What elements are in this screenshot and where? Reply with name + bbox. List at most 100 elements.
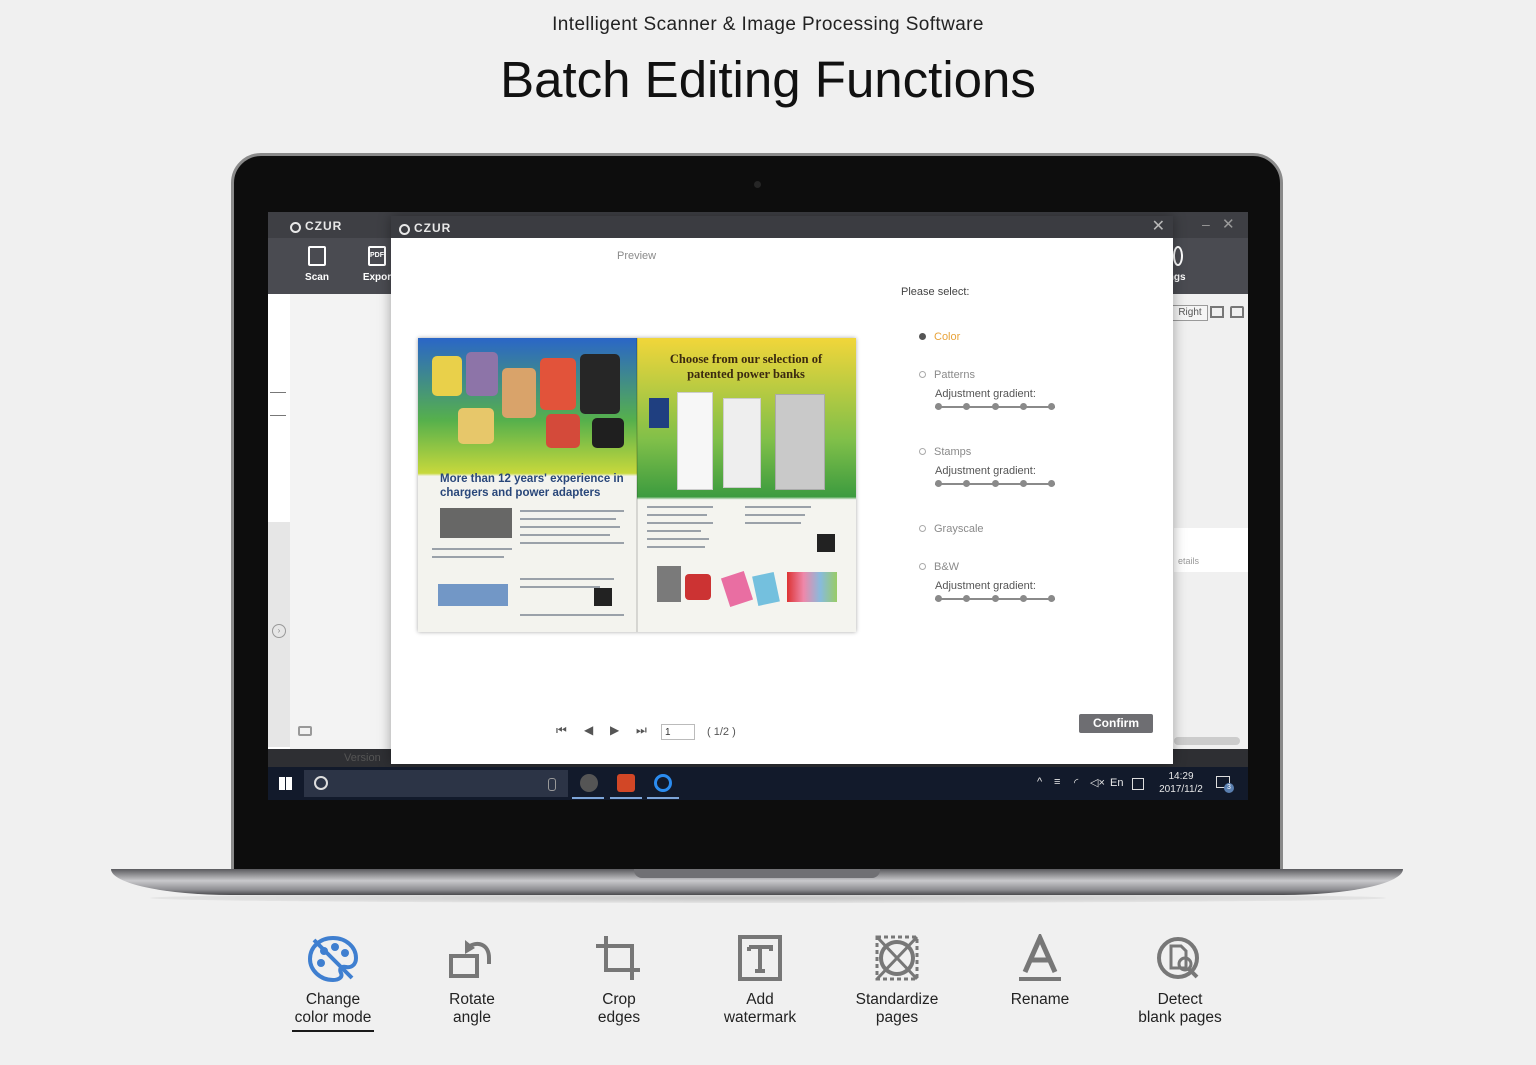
option-patterns[interactable]: Patterns [919,369,975,381]
powerbank-product [677,392,713,490]
text-line [520,510,624,512]
option-stamps[interactable]: Stamps [919,446,971,458]
watermark-icon [738,935,782,981]
slider-step-dot[interactable] [935,480,942,487]
microphone-icon[interactable] [548,778,556,791]
feature-label-line1: Crop [602,991,636,1008]
display-panel [649,398,669,428]
powerbank-product [787,572,837,602]
prev-page-icon[interactable]: ◀ [584,723,593,737]
radio-selected-icon[interactable] [919,333,926,340]
tray-chevron-icon[interactable]: ^ [1037,776,1042,788]
feature-label-line2: color mode [294,1009,372,1026]
wifi-icon[interactable]: ◜ [1074,776,1078,789]
split-view-icon[interactable] [270,392,286,416]
slider-step-dot[interactable] [963,595,970,602]
network-icon[interactable]: ≡ [1054,776,1060,788]
page-number-input[interactable]: 1 [661,724,695,740]
close-icon[interactable]: ✕ [1222,215,1235,233]
feature-label-line1: Rotate [449,991,495,1008]
slider-step-dot[interactable] [963,403,970,410]
text-line [647,506,713,508]
laptop-notch [634,869,880,878]
slider-step-dot[interactable] [935,595,942,602]
collapse-icon[interactable]: › [272,624,286,638]
radio-icon[interactable] [919,371,926,378]
option-grayscale[interactable]: Grayscale [919,523,984,535]
feature-label-line2: pages [875,1009,919,1026]
taskbar-clock[interactable]: 14:29 2017/11/2 [1156,770,1206,796]
slider-step-dot[interactable] [1020,595,1027,602]
powerbank-product [720,571,754,607]
camera-app-icon[interactable] [580,774,598,792]
right-button[interactable]: Right [1172,305,1208,321]
slider-step-dot[interactable] [1048,403,1055,410]
powerbank-product [657,566,681,602]
bw-adjust-label: Adjustment gradient: [935,580,1036,592]
feature-add-watermark[interactable]: Add watermark [690,934,830,1027]
horizontal-scrollbar[interactable] [1174,737,1240,745]
rename-icon [1019,934,1061,981]
powerpoint-icon[interactable] [617,774,635,792]
app-logo-text: CZUR [305,219,343,233]
feature-label: Rotate angle [402,991,542,1027]
next-page-icon[interactable]: ▶ [610,723,619,737]
print-icon[interactable] [298,726,312,736]
slider-step-dot[interactable] [1020,403,1027,410]
charger-product [466,352,498,396]
feature-change-color-mode[interactable]: Change color mode [263,934,403,1032]
language-indicator[interactable]: En [1110,777,1123,789]
confirm-button[interactable]: Confirm [1079,714,1153,733]
slider-step-dot[interactable] [935,403,942,410]
last-page-icon[interactable]: ⏭ [636,723,647,738]
taskbar-search[interactable] [304,770,568,797]
windows-start-icon[interactable] [279,777,292,790]
bw-gradient-slider[interactable] [935,595,1055,603]
feature-crop-edges[interactable]: Crop edges [549,934,689,1027]
minimize-icon[interactable]: – [1202,216,1210,232]
radio-icon[interactable] [919,448,926,455]
patterns-gradient-slider[interactable] [935,403,1055,411]
new-folder-icon[interactable] [1210,306,1224,318]
slider-step-dot[interactable] [1048,480,1055,487]
volume-muted-icon[interactable]: ◁× [1090,776,1105,789]
text-line [745,514,805,516]
feature-rename[interactable]: Rename [970,934,1110,1009]
slider-step-dot[interactable] [992,595,999,602]
scan-button[interactable]: Scan [297,246,337,283]
text-line [647,538,709,540]
charger-product [458,408,494,444]
radio-icon[interactable] [919,525,926,532]
text-line [520,542,624,544]
option-color[interactable]: Color [919,331,960,343]
dialog-close-icon[interactable]: ✕ [1152,218,1165,236]
charger-product [592,418,624,448]
option-bw[interactable]: B&W [919,561,959,573]
right-panel [1174,294,1248,749]
czur-app-icon[interactable] [654,774,672,792]
feature-label-line2: blank pages [1138,1009,1222,1026]
charger-product [440,508,512,538]
feature-detect-blank-pages[interactable]: Detect blank pages [1110,934,1250,1027]
slider-step-dot[interactable] [1048,595,1055,602]
option-color-label: Color [934,331,961,343]
cortana-icon[interactable] [314,776,328,790]
feature-label: Rename [970,991,1110,1009]
feature-label-line2: angle [453,1009,491,1026]
page-fold [636,338,638,632]
first-page-icon[interactable]: ⏮ [556,723,567,738]
stamps-gradient-slider[interactable] [935,480,1055,488]
feature-label: Standardize pages [827,991,967,1027]
feature-standardize-pages[interactable]: Standardize pages [827,934,967,1027]
slider-step-dot[interactable] [1020,480,1027,487]
text-line [520,534,610,536]
powerbank-product [752,572,780,606]
slider-step-dot[interactable] [992,403,999,410]
slider-step-dot[interactable] [963,480,970,487]
slider-step-dot[interactable] [992,480,999,487]
feature-rotate-angle[interactable]: Rotate angle [402,934,542,1027]
ime-icon[interactable] [1132,778,1144,790]
qr-code [817,534,835,552]
radio-icon[interactable] [919,563,926,570]
open-folder-icon[interactable] [1230,306,1244,318]
